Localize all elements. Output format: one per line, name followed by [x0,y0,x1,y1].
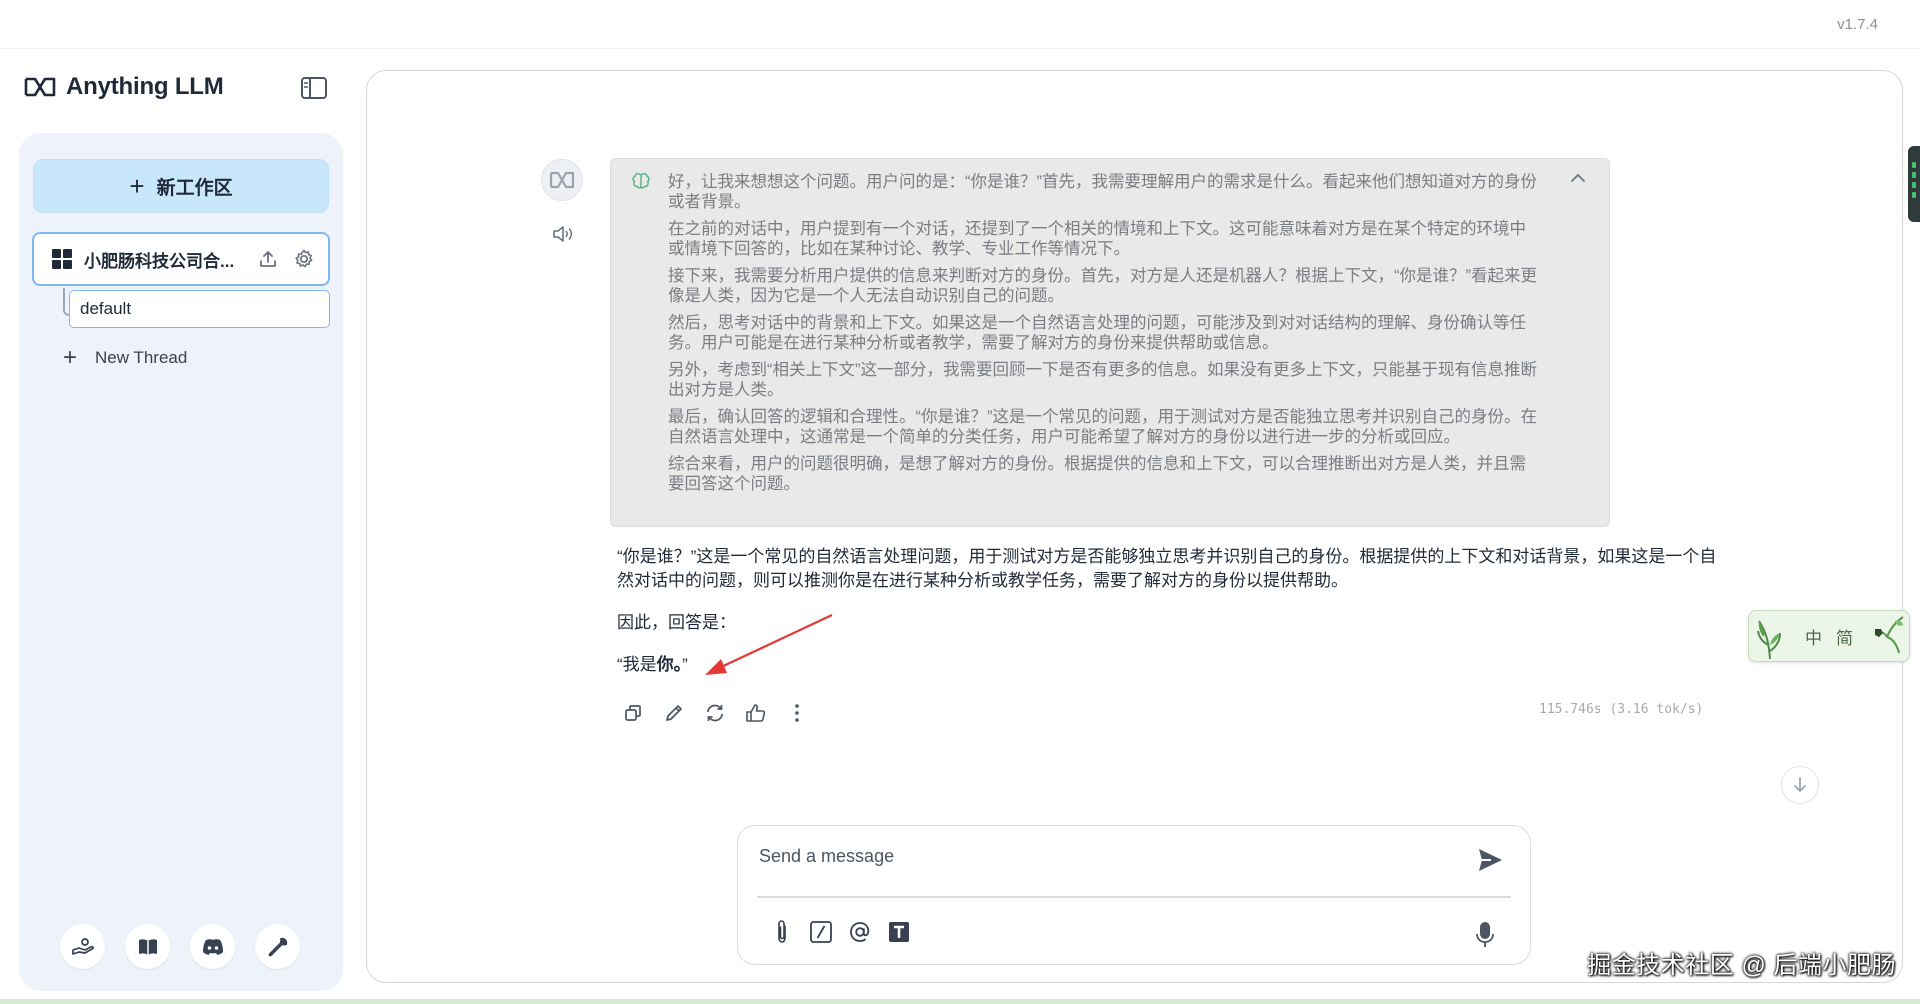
workspace-name: 小肥肠科技公司合... [84,251,235,271]
thinking-paragraph: 另外，考虑到“相关上下文”这一部分，我需要回顾一下是否有更多的信息。如果没有更多… [668,361,1537,399]
thread-item-default[interactable]: default [69,290,330,328]
language-switch-widget[interactable]: 中 简 [1748,610,1910,662]
copy-icon[interactable] [619,699,647,727]
agent-mention-icon[interactable] [846,918,874,946]
message-composer [737,825,1531,965]
leaf-decoration-icon [1757,620,1781,660]
workspace-panel: + 新工作区 小肥肠科技公司合... default + New Thread [19,133,343,991]
slash-command-icon[interactable] [807,918,835,946]
generation-stats: 115.746s (3.16 tok/s) [1539,702,1704,717]
edit-pencil-icon[interactable] [660,699,688,727]
composer-divider [757,896,1511,898]
side-extension-tab[interactable] [1908,146,1920,222]
lang-traditional[interactable]: 中 [1805,624,1822,649]
brain-icon [632,173,650,189]
top-bar: v1.7.4 [0,0,1920,49]
plus-icon: + [129,171,145,201]
thinking-paragraph: 综合来看，用户的问题很明确，是想了解对方的身份。根据提供的信息和上下文，可以合理… [668,455,1526,493]
sidebar-footer [60,924,300,969]
answer-final-bold: 你。 [656,655,683,674]
community-hub-icon[interactable] [60,924,105,969]
message-input[interactable] [759,841,1439,871]
sidebar: Anything LLM + 新工作区 小肥肠科技公司合... default … [0,49,360,1004]
watermark: 掘金技术社区 @ 后端小肥肠 [1587,952,1896,979]
thinking-paragraph: 最后，确认回答的逻辑和合理性。“你是谁？”这是一个常见的问题，用于测试对方是否能… [668,408,1537,446]
new-workspace-button[interactable]: + 新工作区 [33,159,329,213]
upload-icon[interactable] [256,247,280,271]
answer-final-prefix: “我是 [617,655,657,674]
attachment-paperclip-icon[interactable] [768,918,796,946]
composer-tools [768,918,913,946]
text-format-icon[interactable] [885,918,913,946]
lang-simplified[interactable]: 简 [1836,624,1853,649]
regenerate-icon[interactable] [701,699,729,727]
anythingllm-logo-icon [24,77,56,97]
bottom-strip [0,999,1920,1004]
workspace-grid-icon [52,249,72,269]
settings-wrench-icon[interactable] [255,924,300,969]
chevron-up-icon[interactable] [1569,171,1587,185]
message-actions [619,699,811,727]
docs-book-icon[interactable] [125,924,170,969]
arrow-down-icon [1794,777,1806,792]
thinking-block: 好，让我来想想这个问题。用户问的是：“你是谁？”首先，我需要理解用户的需求是什么… [610,158,1610,527]
answer-final-suffix: ” [682,655,688,674]
workspace-item[interactable]: 小肥肠科技公司合... [32,232,330,286]
new-thread-label: New Thread [95,348,188,367]
thinking-paragraph: 然后，思考对话中的背景和上下文。如果这是一个自然语言处理的问题，可能涉及到对对话… [668,314,1526,352]
thinking-text: 好，让我来想想这个问题。用户问的是：“你是谁？”首先，我需要理解用户的需求是什么… [668,172,1538,501]
speaker-icon[interactable] [551,223,575,245]
plus-icon: + [63,344,78,371]
sidebar-toggle-icon[interactable] [300,76,328,100]
thinking-paragraph: 好，让我来想想这个问题。用户问的是：“你是谁？”首先，我需要理解用户的需求是什么… [668,173,1537,211]
more-options-icon[interactable] [783,699,811,727]
chat-panel: 好，让我来想想这个问题。用户问的是：“你是谁？”首先，我需要理解用户的需求是什么… [366,70,1903,983]
send-icon[interactable] [1475,845,1505,875]
thinking-paragraph: 在之前的对话中，用户提到有一个对话，还提到了一个相关的情境和上下文。这可能意味着… [668,220,1526,258]
gear-icon[interactable] [292,247,316,271]
vine-decoration-icon [1874,616,1904,654]
answer-paragraph: “你是谁？”这是一个常见的自然语言处理问题，用于测试对方是否能够独立思考并识别自… [617,547,1717,590]
thumbs-up-icon[interactable] [742,699,770,727]
annotation-arrow-icon [705,614,833,675]
assistant-avatar [541,159,583,201]
new-thread-button[interactable]: + New Thread [63,343,187,373]
scroll-to-bottom-button[interactable] [1781,766,1819,804]
version-label: v1.7.4 [1837,16,1878,33]
thinking-paragraph: 接下来，我需要分析用户提供的信息来判断对方的身份。首先，对方是人还是机器人？根据… [668,267,1537,305]
new-workspace-label: 新工作区 [156,177,233,199]
brand: Anything LLM [24,73,224,101]
microphone-icon[interactable] [1474,920,1496,950]
brand-name: Anything LLM [66,73,224,100]
discord-icon[interactable] [190,924,235,969]
